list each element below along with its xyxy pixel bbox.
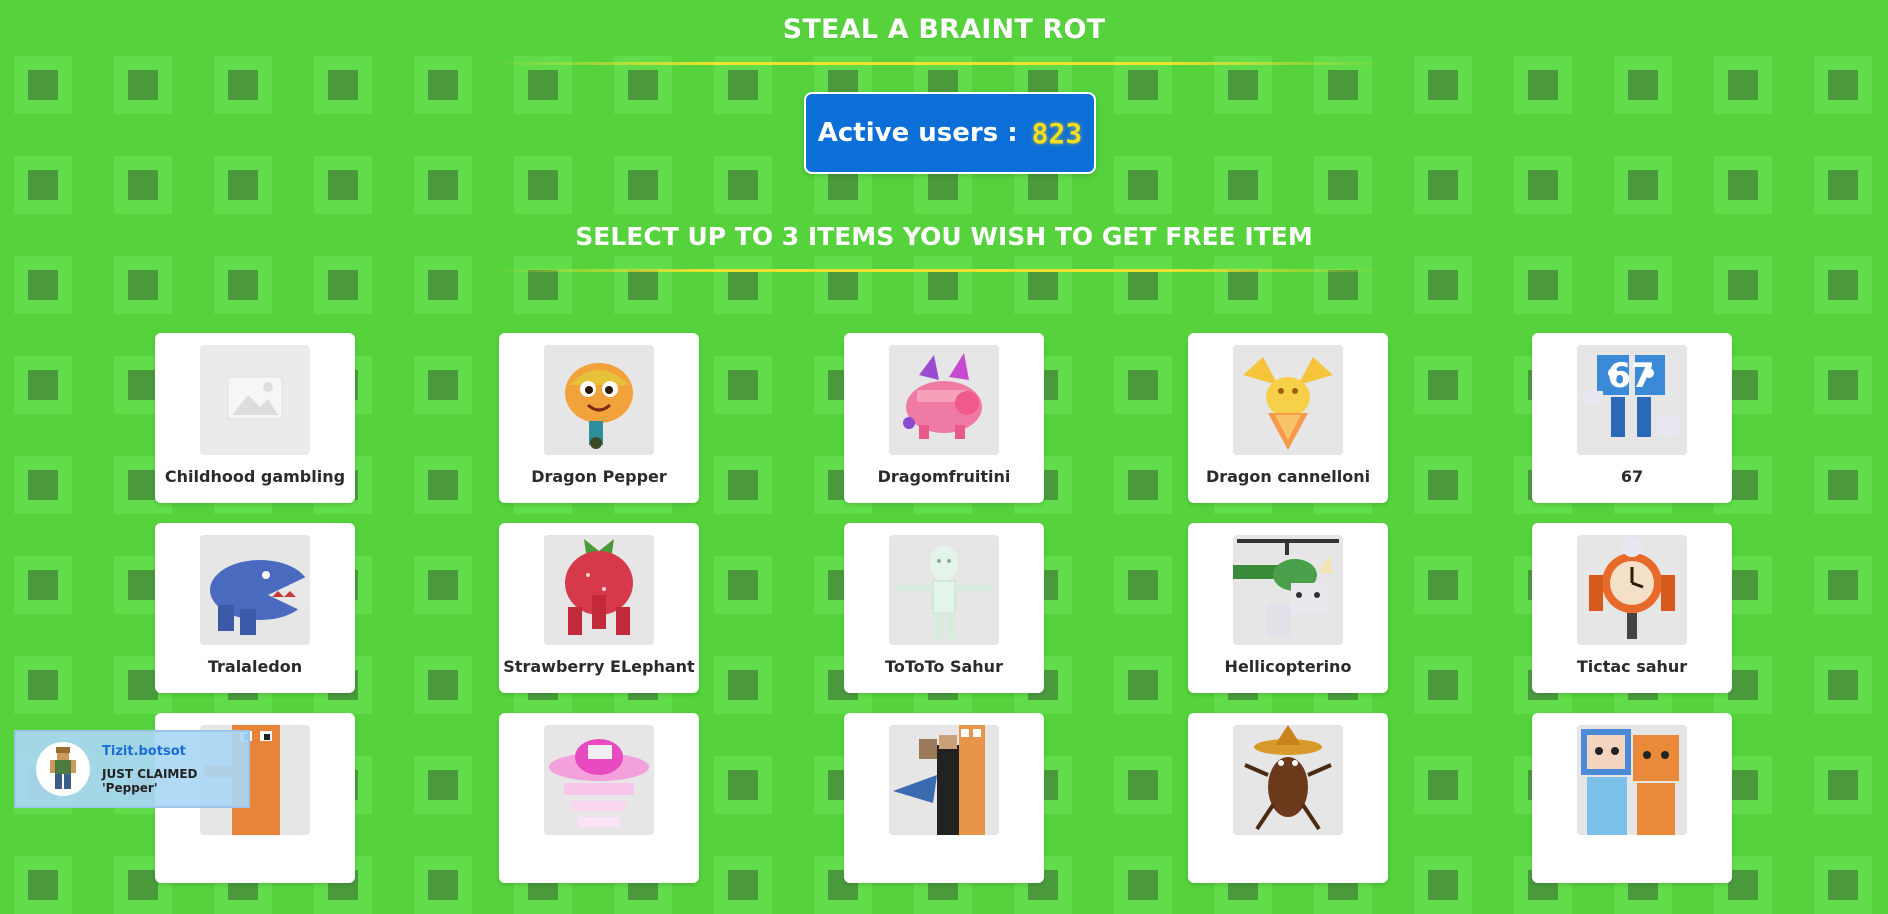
item-card[interactable]	[1188, 713, 1388, 883]
item-card[interactable]: Childhood gambling	[155, 333, 355, 503]
title-divider	[490, 62, 1390, 65]
toast-username: Tizit.botsot	[102, 743, 186, 759]
active-users-count: 823	[1031, 116, 1083, 150]
item-card[interactable]: Hellicopterino	[1188, 523, 1388, 693]
item-card[interactable]: Tralaledon	[155, 523, 355, 693]
pink-dragon-icon	[889, 345, 999, 455]
item-name: Tictac sahur	[1576, 657, 1688, 676]
blue-67-character-icon: 67	[1577, 345, 1687, 455]
item-name: Dragon cannelloni	[1205, 467, 1371, 486]
page-title: STEAL A BRAINT ROT	[782, 14, 1106, 45]
item-card[interactable]	[499, 713, 699, 883]
subtitle-divider	[490, 269, 1390, 272]
item-name: Hellicopterino	[1224, 657, 1352, 676]
active-users-label: Active users :	[817, 118, 1018, 148]
item-name: Strawberry ELephant	[503, 657, 695, 676]
item-card[interactable]: ToToTo Sahur	[844, 523, 1044, 693]
item-name: Childhood gambling	[164, 467, 346, 486]
group-characters-icon	[889, 725, 999, 835]
white-figure-icon	[889, 535, 999, 645]
clock-character-icon	[1577, 535, 1687, 645]
select-instructions: SELECT UP TO 3 ITEMS YOU WISH TO GET FRE…	[575, 222, 1313, 251]
item-name: Dragomfruitini	[877, 467, 1011, 486]
item-card[interactable]: Strawberry ELephant	[499, 523, 699, 693]
duo-characters-icon	[1577, 725, 1687, 835]
toast-message: JUST CLAIMED 'Pepper'	[102, 766, 198, 795]
item-card[interactable]: 67 67	[1532, 333, 1732, 503]
item-name: ToToTo Sahur	[885, 657, 1003, 676]
claim-notification: Tizit.botsot JUST CLAIMED 'Pepper'	[14, 730, 250, 808]
item-card[interactable]: Tictac sahur	[1532, 523, 1732, 693]
item-name: Dragon Pepper	[531, 467, 667, 486]
item-card[interactable]: Dragon cannelloni	[1188, 333, 1388, 503]
item-card[interactable]: Dragon Pepper	[499, 333, 699, 503]
placeholder-image-icon	[200, 345, 310, 455]
item-name: 67	[1620, 467, 1644, 486]
active-users-box: Active users : 823	[804, 92, 1096, 174]
cockroach-sombrero-icon	[1233, 725, 1343, 835]
item-card[interactable]	[844, 713, 1044, 883]
roblox-avatar-icon	[36, 742, 90, 796]
item-card[interactable]: Dragomfruitini	[844, 333, 1044, 503]
golden-dragon-icon	[1233, 345, 1343, 455]
item-card[interactable]	[1532, 713, 1732, 883]
pink-ufo-icon	[544, 725, 654, 835]
blue-shark-icon	[200, 535, 310, 645]
strawberry-elephant-icon	[544, 535, 654, 645]
helicopter-icon	[1233, 535, 1343, 645]
taco-character-icon	[544, 345, 654, 455]
item-name: Tralaledon	[207, 657, 303, 676]
